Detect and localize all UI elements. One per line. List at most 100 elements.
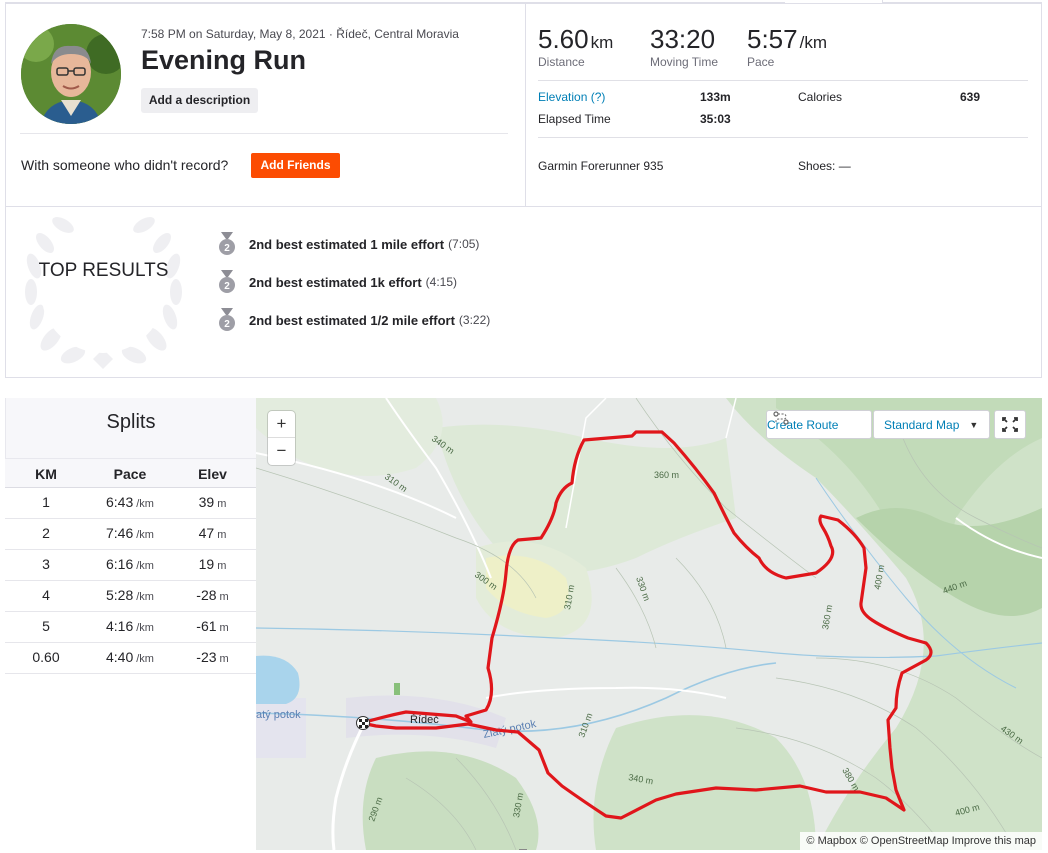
achievement-text: 2nd best estimated 1/2 mile effort	[249, 312, 455, 328]
elevation-label-link[interactable]: Elevation (?)	[538, 90, 605, 104]
splits-table: Splits KM Pace Elev 1 6:43/km 39 m 2 7:46…	[5, 398, 256, 848]
split-elev-unit: m	[219, 653, 229, 665]
split-row: 2 7:46/km 47 m	[5, 519, 256, 550]
split-elev-value: 19	[198, 556, 215, 572]
split-pace-value: 6:43	[106, 494, 134, 510]
split-elev-unit: m	[217, 498, 227, 510]
splits-header-km: KM	[35, 466, 57, 482]
pace-value: 5:57	[747, 24, 798, 54]
split-elev-unit: m	[219, 622, 229, 634]
athlete-avatar[interactable]	[21, 24, 121, 124]
elapsed-time-value: 35:03	[700, 112, 731, 126]
distance-value: 5.60	[538, 24, 589, 54]
split-pace-unit: /km	[136, 529, 154, 541]
activity-datetime-location: 7:58 PM on Saturday, May 8, 2021 · Řídeč…	[141, 27, 459, 41]
zoom-out-button[interactable]: −	[268, 438, 295, 465]
split-pace: 7:46/km	[85, 525, 175, 541]
calories-label: Calories	[798, 90, 843, 104]
top-results-title: TOP RESULTS	[38, 260, 169, 281]
stat-distance: 5.60 km Distance	[538, 24, 613, 69]
map-type-select[interactable]: Standard Map ▼	[873, 410, 990, 439]
split-elev: 39 m	[185, 494, 240, 510]
split-elev: -61 m	[185, 618, 240, 634]
split-km: 5	[42, 618, 50, 634]
achievement-item[interactable]: 2 2nd best estimated 1/2 mile effort (3:…	[218, 308, 490, 332]
splits-header-pace: Pace	[113, 466, 147, 482]
silver-medal-icon: 2	[219, 308, 235, 331]
split-elev-value: 47	[198, 525, 215, 541]
achievement-time: (3:22)	[458, 313, 491, 327]
split-km: 1	[42, 494, 50, 510]
svg-text:2: 2	[224, 243, 230, 254]
friends-prompt: With someone who didn't record?	[21, 157, 229, 173]
split-pace-value: 5:28	[106, 587, 134, 603]
split-pace: 4:16/km	[85, 618, 175, 634]
split-row: 3 6:16/km 19 m	[5, 550, 256, 581]
shoes-info: Shoes: —	[798, 159, 851, 173]
map-type-label: Standard Map	[884, 417, 960, 432]
svg-text:360 m: 360 m	[654, 470, 679, 480]
split-km: 3	[42, 556, 50, 572]
split-pace-unit: /km	[136, 560, 154, 572]
distance-label: Distance	[538, 55, 585, 69]
split-elev-value: -61	[196, 618, 217, 634]
section-divider	[6, 206, 1041, 207]
pace-unit: /km	[799, 33, 827, 52]
split-pace-unit: /km	[136, 653, 154, 665]
split-elev-unit: m	[217, 560, 227, 572]
distance-unit: km	[590, 33, 614, 52]
device-name: Garmin Forerunner 935	[538, 159, 664, 173]
create-route-button[interactable]: Create Route	[766, 410, 872, 439]
elapsed-time-label: Elapsed Time	[538, 112, 611, 126]
split-pace-unit: /km	[136, 498, 154, 510]
split-row: 4 5:28/km -28 m	[5, 581, 256, 612]
stat-moving-time: 33:20 Moving Time	[650, 24, 718, 69]
silver-medal-icon: 2	[219, 232, 235, 255]
split-elev: -28 m	[185, 587, 240, 603]
route-map[interactable]: 340 m 310 m 360 m 300 m 310 m 330 m 360 …	[256, 398, 1042, 850]
add-description-button[interactable]: Add a description	[141, 88, 258, 113]
splits-title: Splits	[5, 398, 256, 458]
stat-pace: 5:57/km Pace	[747, 24, 827, 69]
activity-summary-card: 7:58 PM on Saturday, May 8, 2021 · Řídeč…	[5, 3, 1042, 378]
achievement-item[interactable]: 2 2nd best estimated 1 mile effort (7:05…	[218, 232, 479, 256]
split-row: 0.60 4:40/km -23 m	[5, 643, 256, 674]
activity-location: Řídeč, Central Moravia	[336, 27, 459, 41]
achievement-time: (4:15)	[425, 275, 458, 289]
achievement-text: 2nd best estimated 1k effort	[249, 274, 422, 290]
add-friends-button[interactable]: Add Friends	[251, 153, 340, 178]
laurel-wreath-icon	[25, 217, 182, 369]
activity-stats: 5.60 km Distance 33:20 Moving Time 5:57/k…	[525, 4, 1042, 206]
map-canvas[interactable]: 340 m 310 m 360 m 300 m 310 m 330 m 360 …	[256, 398, 1042, 850]
split-pace: 5:28/km	[85, 587, 175, 603]
split-elev: 19 m	[185, 556, 240, 572]
fullscreen-button[interactable]	[994, 410, 1026, 439]
activity-title[interactable]: Evening Run	[141, 45, 306, 76]
split-elev: 47 m	[185, 525, 240, 541]
achievement-item[interactable]: 2 2nd best estimated 1k effort (4:15)	[218, 270, 457, 294]
split-pace: 4:40/km	[85, 649, 175, 665]
route-icon	[773, 411, 789, 425]
activity-datetime: 7:58 PM on Saturday, May 8, 2021	[141, 27, 326, 41]
moving-time-label: Moving Time	[650, 55, 719, 69]
split-pace-unit: /km	[136, 622, 154, 634]
stats-divider	[538, 80, 1028, 81]
elevation-value: 133m	[700, 90, 731, 104]
calories-value: 639	[960, 90, 981, 104]
bottom-marker	[519, 849, 527, 850]
split-pace: 6:16/km	[85, 556, 175, 572]
activity-header: 7:58 PM on Saturday, May 8, 2021 · Řídeč…	[6, 4, 525, 206]
split-pace: 6:43/km	[85, 494, 175, 510]
chevron-down-icon: ▼	[969, 419, 979, 430]
split-elev-value: 39	[198, 494, 215, 510]
split-row: 1 6:43/km 39 m	[5, 488, 256, 519]
split-elev-value: -28	[196, 587, 217, 603]
start-finish-marker	[356, 716, 370, 730]
header-divider	[20, 133, 508, 134]
svg-text:2: 2	[224, 319, 230, 330]
map-attribution[interactable]: © Mapbox © OpenStreetMap Improve this ma…	[800, 832, 1042, 850]
moving-time-value: 33:20	[650, 24, 716, 54]
splits-header-row: KM Pace Elev	[5, 458, 256, 488]
zoom-in-button[interactable]: +	[268, 411, 295, 438]
split-row: 5 4:16/km -61 m	[5, 612, 256, 643]
